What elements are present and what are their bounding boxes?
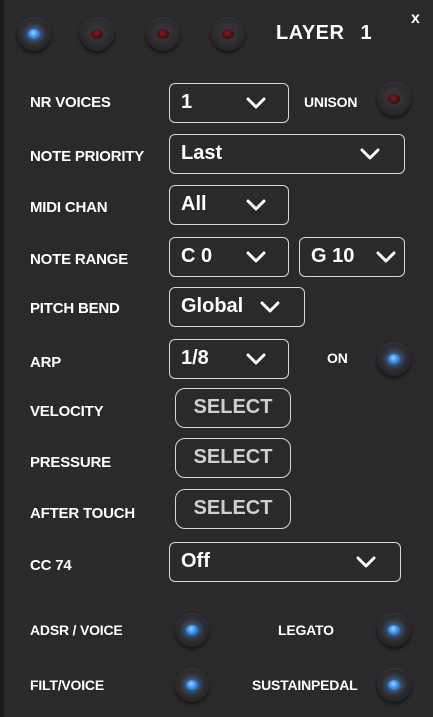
midi-chan-label: MIDI CHAN: [30, 199, 108, 216]
legato-label: LEGATO: [278, 622, 334, 638]
layer-panel: LAYER 1 x NR VOICES 1 UNISON NOTE PRIORI…: [0, 0, 433, 717]
chevron-down-icon: [246, 97, 266, 109]
chevron-down-icon: [356, 556, 376, 568]
layer-3-led-button[interactable]: [146, 17, 180, 51]
chevron-down-icon: [246, 353, 266, 365]
filt-voice-toggle[interactable]: [175, 668, 209, 702]
chevron-down-icon: [376, 251, 396, 263]
layer-title-text: LAYER: [276, 22, 345, 44]
led-dot: [186, 625, 198, 635]
pressure-label: PRESSURE: [30, 454, 111, 471]
adsr-voice-label: ADSR / VOICE: [30, 622, 123, 638]
after-touch-select-button[interactable]: SELECT: [175, 489, 291, 529]
arp-value: 1/8: [181, 347, 209, 369]
chevron-down-icon: [246, 251, 266, 263]
layer-title: LAYER 1: [276, 22, 372, 45]
note-range-low-value: C 0: [181, 245, 213, 267]
note-range-high-value: G 10: [311, 245, 355, 267]
arp-on-toggle[interactable]: [377, 342, 411, 376]
arp-label: ARP: [30, 354, 62, 371]
led-dot: [388, 354, 400, 364]
unison-toggle[interactable]: [377, 82, 411, 116]
cc74-value: Off: [181, 550, 210, 572]
note-range-high-select[interactable]: G 10: [299, 237, 405, 277]
note-range-label: NOTE RANGE: [30, 251, 129, 268]
led-dot: [388, 625, 400, 635]
led-dot: [388, 680, 400, 690]
unison-label: UNISON: [304, 94, 358, 110]
led-dot: [388, 94, 400, 104]
nr-voices-select[interactable]: 1: [169, 83, 289, 123]
led-dot: [157, 29, 169, 39]
adsr-voice-toggle[interactable]: [175, 613, 209, 647]
layer-1-led-button[interactable]: [17, 17, 51, 51]
velocity-label: VELOCITY: [30, 403, 104, 420]
note-priority-select[interactable]: Last: [169, 134, 405, 174]
arp-select[interactable]: 1/8: [169, 339, 289, 379]
midi-chan-value: All: [181, 193, 207, 215]
led-dot: [91, 29, 103, 39]
nr-voices-value: 1: [181, 91, 193, 113]
close-button[interactable]: x: [411, 10, 420, 28]
led-dot: [28, 29, 40, 39]
pressure-select-button[interactable]: SELECT: [175, 438, 291, 478]
led-dot: [186, 680, 198, 690]
chevron-down-icon: [360, 148, 380, 160]
sustainpedal-toggle[interactable]: [377, 668, 411, 702]
sustainpedal-label: SUSTAINPEDAL: [252, 677, 358, 693]
after-touch-label: AFTER TOUCH: [30, 505, 136, 522]
legato-toggle[interactable]: [377, 613, 411, 647]
velocity-select-button[interactable]: SELECT: [175, 388, 291, 428]
nr-voices-label: NR VOICES: [30, 94, 111, 111]
pitch-bend-value: Global: [181, 295, 244, 317]
layer-4-led-button[interactable]: [211, 17, 245, 51]
note-range-low-select[interactable]: C 0: [169, 237, 289, 277]
cc74-select[interactable]: Off: [169, 542, 401, 582]
pitch-bend-label: PITCH BEND: [30, 300, 120, 317]
led-dot: [222, 29, 234, 39]
pitch-bend-select[interactable]: Global: [169, 287, 305, 327]
chevron-down-icon: [246, 199, 266, 211]
note-priority-value: Last: [181, 142, 223, 164]
panel-edge: [0, 0, 4, 717]
filt-voice-label: FILT/VOICE: [30, 677, 104, 693]
layer-number: 1: [360, 22, 373, 44]
chevron-down-icon: [260, 301, 280, 313]
cc74-label: CC 74: [30, 557, 72, 574]
midi-chan-select[interactable]: All: [169, 185, 289, 225]
layer-2-led-button[interactable]: [80, 17, 114, 51]
arp-on-label: ON: [327, 350, 348, 366]
note-priority-label: NOTE PRIORITY: [30, 148, 145, 165]
